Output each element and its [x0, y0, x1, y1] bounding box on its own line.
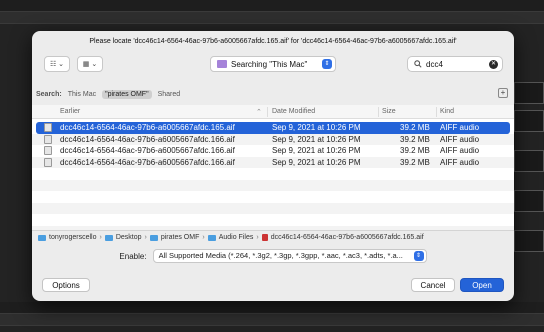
- file-icon: [44, 123, 52, 132]
- table-header: Earlier ⌃ Date Modified Size Kind: [32, 105, 514, 119]
- cancel-button[interactable]: Cancel: [411, 278, 455, 292]
- clear-search-icon[interactable]: ✕: [489, 60, 498, 69]
- path-item[interactable]: dcc46c14-6564-46ac-97b6-a6005667afdc.165…: [271, 234, 424, 241]
- file-size: 39.2 MB: [400, 123, 430, 132]
- chevron-right-icon: ›: [99, 234, 102, 241]
- empty-row: [32, 214, 514, 226]
- header-size[interactable]: Size: [382, 108, 396, 115]
- dialog-title: Please locate 'dcc46c14-6564-46ac-97b6-a…: [89, 38, 457, 45]
- file-kind: AIFF audio: [440, 146, 480, 155]
- file-icon: [44, 146, 52, 155]
- file-icon: [44, 134, 52, 144]
- path-item[interactable]: pirates OMF: [161, 234, 200, 241]
- file-list: Earlier ⌃ Date Modified Size Kind dcc46c…: [32, 105, 514, 237]
- folder-icon: [207, 234, 216, 241]
- background-panel: [514, 82, 544, 104]
- toolbar: ☷ ⌄ ▦ ⌄ Searching "This Mac" ⇕ dcc4 ✕: [32, 56, 514, 74]
- grid-view-button[interactable]: ▦ ⌄: [77, 56, 103, 72]
- file-type-popup[interactable]: All Supported Media (*.264, *.3g2, *.3gp…: [152, 249, 427, 263]
- scope-pirates-omf[interactable]: "pirates OMF": [102, 89, 152, 99]
- file-name: dcc46c14-6564-46ac-97b6-a6005667afdc.166…: [60, 146, 235, 155]
- sort-ascending-icon: ⌃: [256, 109, 262, 116]
- table-row[interactable]: dcc46c14-6564-46ac-97b6-a6005667afdc.166…: [32, 145, 514, 157]
- empty-row: [32, 168, 514, 180]
- empty-row: [32, 191, 514, 203]
- open-button[interactable]: Open: [460, 278, 504, 292]
- background-panel: [514, 150, 544, 172]
- empty-row: [32, 202, 514, 214]
- search-scope-bar: Search: This Mac "pirates OMF" Shared: [36, 88, 186, 100]
- folder-icon: [217, 60, 227, 68]
- header-kind[interactable]: Kind: [440, 108, 454, 115]
- enable-label: Enable:: [119, 251, 147, 261]
- file-name: dcc46c14-6564-46ac-97b6-a6005667afdc.165…: [60, 123, 235, 132]
- file-name: dcc46c14-6564-46ac-97b6-a6005667afdc.166…: [60, 134, 235, 144]
- background-panel: [514, 190, 544, 212]
- search-field[interactable]: dcc4 ✕: [407, 56, 503, 72]
- column-divider: [267, 107, 268, 117]
- empty-row: [32, 179, 514, 191]
- background-track: [0, 302, 544, 314]
- header-date[interactable]: Date Modified: [272, 108, 315, 115]
- chevron-right-icon: ›: [144, 234, 147, 241]
- file-date: Sep 9, 2021 at 10:26 PM: [272, 134, 361, 144]
- column-divider: [378, 107, 379, 117]
- background-panel: [514, 230, 544, 252]
- file-size: 39.2 MB: [400, 146, 430, 155]
- chevron-updown-icon: ⇕: [322, 59, 332, 69]
- file-type-value: All Supported Media (*.264, *.3g2, *.3gp…: [158, 251, 403, 260]
- file-date: Sep 9, 2021 at 10:26 PM: [272, 146, 361, 155]
- file-size: 39.2 MB: [400, 134, 430, 144]
- background-track: [0, 12, 544, 24]
- file-date: Sep 9, 2021 at 10:26 PM: [272, 123, 361, 132]
- plus-icon[interactable]: +: [498, 88, 508, 98]
- file-icon: [44, 157, 52, 167]
- column-divider: [436, 107, 437, 117]
- chevron-right-icon: ›: [202, 234, 205, 241]
- path-item[interactable]: tonyrogerscello: [49, 234, 96, 241]
- header-name[interactable]: Earlier: [60, 108, 80, 115]
- file-kind: AIFF audio: [440, 134, 480, 144]
- enable-row: Enable: All Supported Media (*.264, *.3g…: [32, 249, 514, 263]
- file-kind: AIFF audio: [440, 123, 480, 132]
- scope-shared[interactable]: Shared: [158, 91, 181, 98]
- background-panel: [514, 110, 544, 132]
- search-icon: [414, 60, 422, 68]
- file-name: dcc46c14-6564-46ac-97b6-a6005667afdc.166…: [60, 157, 235, 167]
- location-label: Searching "This Mac": [231, 59, 308, 69]
- locate-file-dialog: Please locate 'dcc46c14-6564-46ac-97b6-a…: [32, 31, 514, 301]
- scope-label: Search:: [36, 90, 62, 98]
- folder-icon: [149, 234, 158, 241]
- table-row[interactable]: dcc46c14-6564-46ac-97b6-a6005667afdc.166…: [32, 156, 514, 168]
- file-kind: AIFF audio: [440, 157, 480, 167]
- path-bar: tonyrogerscello › Desktop › pirates OMF …: [32, 230, 514, 244]
- file-date: Sep 9, 2021 at 10:26 PM: [272, 157, 361, 167]
- chevron-right-icon: ›: [256, 234, 259, 241]
- background-track: [0, 0, 544, 12]
- path-item[interactable]: Desktop: [116, 234, 142, 241]
- path-item[interactable]: Audio Files: [219, 234, 254, 241]
- table-row[interactable]: dcc46c14-6564-46ac-97b6-a6005667afdc.165…: [36, 122, 510, 134]
- scope-this-mac[interactable]: This Mac: [68, 91, 96, 98]
- file-size: 39.2 MB: [400, 157, 430, 167]
- folder-icon: [104, 234, 113, 241]
- table-row[interactable]: dcc46c14-6564-46ac-97b6-a6005667afdc.166…: [32, 133, 514, 145]
- folder-icon: [38, 234, 46, 241]
- audio-file-icon: [261, 234, 268, 241]
- location-popup[interactable]: Searching "This Mac" ⇕: [210, 56, 336, 72]
- list-view-button[interactable]: ☷ ⌄: [44, 56, 70, 72]
- search-input[interactable]: dcc4: [426, 60, 443, 69]
- chevron-updown-icon: ⇕: [413, 251, 424, 261]
- options-button[interactable]: Options: [42, 278, 90, 292]
- background-track: [0, 314, 544, 326]
